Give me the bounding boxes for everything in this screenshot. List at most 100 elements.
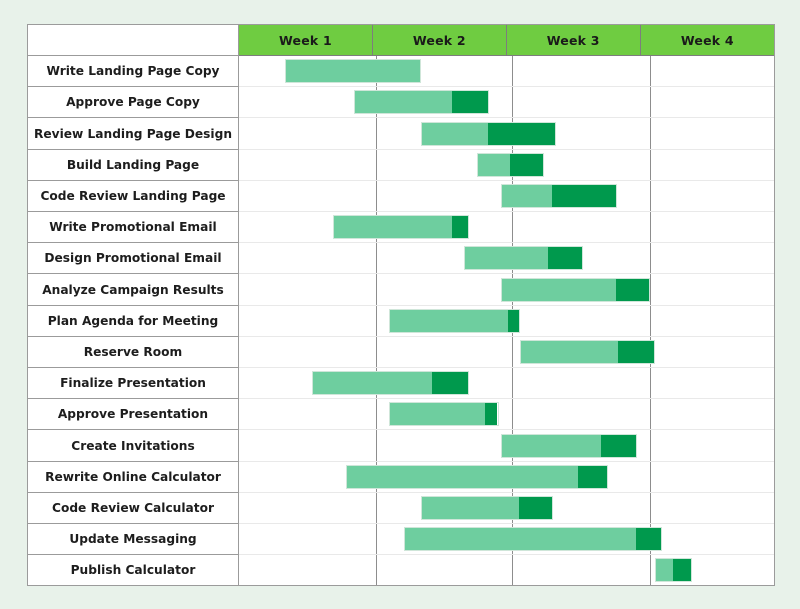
task-track-cell[interactable] <box>238 367 774 400</box>
task-track-cell[interactable] <box>238 398 774 431</box>
gantt-bar[interactable] <box>500 433 638 458</box>
column-header-week-1[interactable]: Week 1 <box>238 25 373 56</box>
gantt-bar-accent-segment <box>636 528 662 551</box>
gantt-bar-accent-segment <box>577 465 608 488</box>
task-label-cell[interactable]: Code Review Landing Page <box>28 180 239 213</box>
gantt-bar[interactable] <box>500 183 618 208</box>
table-row[interactable]: Reserve Room <box>28 336 774 369</box>
gantt-bar[interactable] <box>345 464 609 489</box>
task-track-cell[interactable] <box>238 242 774 275</box>
task-track <box>239 56 774 87</box>
task-track <box>239 524 774 555</box>
task-label-cell[interactable]: Finalize Presentation <box>28 367 239 400</box>
gantt-bar-accent-segment <box>615 278 650 301</box>
task-track-cell[interactable] <box>238 429 774 462</box>
gantt-bar[interactable] <box>655 558 693 583</box>
task-track <box>239 212 774 243</box>
gantt-bar[interactable] <box>403 527 663 552</box>
task-track-cell[interactable] <box>238 211 774 244</box>
table-row[interactable]: Design Promotional Email <box>28 242 774 275</box>
task-track-cell[interactable] <box>238 554 774 585</box>
gantt-bar-accent-segment <box>547 247 583 270</box>
column-header-week-3[interactable]: Week 3 <box>506 25 641 56</box>
task-label-cell[interactable]: Code Review Calculator <box>28 492 239 525</box>
task-track-cell[interactable] <box>238 523 774 556</box>
table-row[interactable]: Write Landing Page Copy <box>28 55 774 88</box>
gantt-bar[interactable] <box>353 90 489 115</box>
task-track-cell[interactable] <box>238 273 774 306</box>
table-row[interactable]: Code Review Landing Page <box>28 180 774 213</box>
task-label-cell[interactable]: Approve Presentation <box>28 398 239 431</box>
task-track-cell[interactable] <box>238 149 774 181</box>
task-track <box>239 118 774 149</box>
table-row[interactable]: Code Review Calculator <box>28 492 774 525</box>
task-label-cell[interactable]: Design Promotional Email <box>28 242 239 275</box>
task-track-cell[interactable] <box>238 492 774 525</box>
task-label-cell[interactable]: Plan Agenda for Meeting <box>28 305 239 337</box>
task-track-cell[interactable] <box>238 180 774 213</box>
week-gridline-3 <box>650 461 652 492</box>
task-track <box>239 430 774 461</box>
gantt-bar[interactable] <box>388 402 499 427</box>
table-row[interactable]: Analyze Campaign Results <box>28 273 774 306</box>
gantt-bar[interactable] <box>311 371 469 396</box>
task-label-cell[interactable]: Publish Calculator <box>28 554 239 585</box>
task-label-cell[interactable]: Analyze Campaign Results <box>28 273 239 306</box>
task-label-cell[interactable]: Approve Page Copy <box>28 86 239 119</box>
task-label-cell[interactable]: Create Invitations <box>28 429 239 462</box>
gantt-bar-main-segment <box>389 309 508 332</box>
gantt-bar[interactable] <box>332 215 469 240</box>
gantt-bar[interactable] <box>476 152 545 177</box>
table-row[interactable]: Publish Calculator <box>28 554 774 585</box>
table-row[interactable]: Approve Presentation <box>28 398 774 431</box>
task-label-cell[interactable]: Review Landing Page Design <box>28 117 239 150</box>
week-gridline-2 <box>512 399 514 430</box>
gantt-bar-accent-segment <box>432 372 468 395</box>
gantt-bar-main-segment <box>421 122 488 145</box>
week-gridline-1 <box>375 243 377 274</box>
table-row[interactable]: Build Landing Page <box>28 149 774 181</box>
table-row[interactable]: Write Promotional Email <box>28 211 774 244</box>
task-track-cell[interactable] <box>238 305 774 337</box>
task-label-cell[interactable]: Reserve Room <box>28 336 239 369</box>
gantt-bar[interactable] <box>284 59 421 84</box>
week-gridline-1 <box>375 399 377 430</box>
task-track-cell[interactable] <box>238 55 774 88</box>
column-header-week-2[interactable]: Week 2 <box>372 25 507 56</box>
column-header-week-4[interactable]: Week 4 <box>640 25 774 56</box>
task-track <box>239 180 774 212</box>
gantt-bar-main-segment <box>389 403 485 426</box>
task-track-cell[interactable] <box>238 336 774 369</box>
gantt-bar[interactable] <box>463 246 584 271</box>
gantt-body: Write Landing Page Copy Approve Page Copy… <box>28 55 774 585</box>
table-row[interactable]: Update Messaging <box>28 523 774 556</box>
task-track <box>239 274 774 305</box>
week-gridline-3 <box>650 243 652 274</box>
week-gridline-2 <box>512 212 514 243</box>
gantt-bar-main-segment <box>501 278 616 301</box>
week-gridline-1 <box>375 180 377 212</box>
task-label-cell[interactable]: Rewrite Online Calculator <box>28 461 239 493</box>
task-label-cell[interactable]: Update Messaging <box>28 523 239 556</box>
gantt-bar[interactable] <box>420 495 554 520</box>
task-track-cell[interactable] <box>238 117 774 150</box>
week-gridline-3 <box>650 56 652 87</box>
table-row[interactable]: Plan Agenda for Meeting <box>28 305 774 337</box>
gantt-bar[interactable] <box>520 339 656 364</box>
table-row[interactable]: Review Landing Page Design <box>28 117 774 150</box>
gantt-bar[interactable] <box>388 308 521 333</box>
table-row[interactable]: Approve Page Copy <box>28 86 774 119</box>
task-label-cell[interactable]: Write Promotional Email <box>28 211 239 244</box>
task-label-cell[interactable]: Write Landing Page Copy <box>28 55 239 88</box>
week-gridline-3 <box>650 87 652 118</box>
task-track-cell[interactable] <box>238 86 774 119</box>
week-gridline-3 <box>650 274 652 305</box>
task-track-cell[interactable] <box>238 461 774 493</box>
task-label-cell[interactable]: Build Landing Page <box>28 149 239 181</box>
table-row[interactable]: Rewrite Online Calculator <box>28 461 774 493</box>
table-row[interactable]: Create Invitations <box>28 429 774 462</box>
gantt-bar[interactable] <box>420 121 557 146</box>
week-gridline-1 <box>375 149 377 180</box>
table-row[interactable]: Finalize Presentation <box>28 367 774 400</box>
gantt-bar[interactable] <box>500 277 651 302</box>
